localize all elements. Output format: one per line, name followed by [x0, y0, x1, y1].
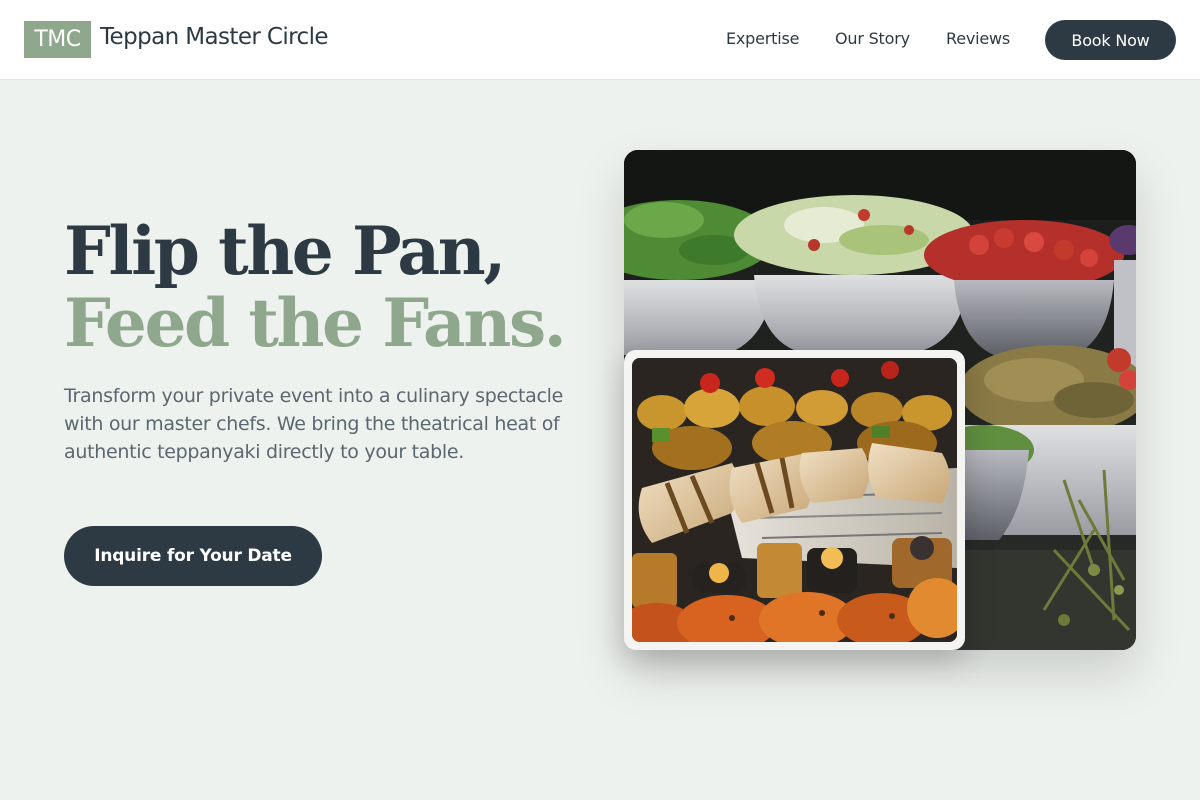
hero-title-line2: Feed the Fans. — [64, 284, 567, 362]
appetizer-photo-frame — [624, 350, 965, 650]
hero-title: Flip the Pan, Feed the Fans. — [64, 212, 567, 362]
logo-badge[interactable]: TMC — [24, 21, 91, 58]
inquire-button[interactable]: Inquire for Your Date — [64, 526, 322, 586]
book-now-button[interactable]: Book Now — [1045, 20, 1176, 60]
nav-link-reviews[interactable]: Reviews — [946, 29, 1010, 48]
hero-description: Transform your private event into a culi… — [64, 385, 564, 463]
site-header: TMC Teppan Master Circle Expertise Our S… — [0, 0, 1200, 80]
brand-name[interactable]: Teppan Master Circle — [100, 24, 329, 50]
hero-title-line1: Flip the Pan, — [64, 212, 506, 290]
appetizer-platter-photo — [632, 358, 957, 642]
nav-link-our-story[interactable]: Our Story — [835, 29, 910, 48]
nav-link-expertise[interactable]: Expertise — [726, 29, 799, 48]
